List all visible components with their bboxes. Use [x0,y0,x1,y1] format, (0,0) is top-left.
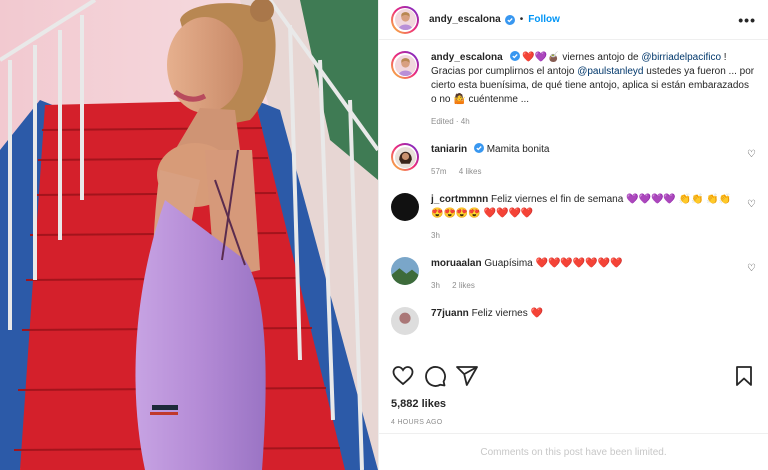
share-icon[interactable] [455,364,479,388]
comment-like-icon[interactable]: ♡ [742,149,756,160]
comment-likes[interactable]: 2 likes [452,281,475,290]
follow-button[interactable]: Follow [528,14,560,25]
verified-badge-icon [473,143,484,153]
comment-username[interactable]: j_cortmmnn [431,194,488,205]
caption-mention-2[interactable]: @paulstanleyd [577,66,643,77]
bookmark-icon[interactable] [732,364,756,388]
comment-row: j_cortmmnn Feliz viernes el fin de seman… [391,193,756,243]
comment-username[interactable]: moruaalan [431,258,482,269]
comment-body: j_cortmmnn Feliz viernes el fin de seman… [431,193,742,243]
comment-body: taniarin Mamita bonita 57m 4 likes [431,143,742,179]
caption-avatar[interactable] [391,51,419,79]
comment-text: Mamita bonita [486,144,550,155]
like-count[interactable]: 5,882 likes [391,398,446,410]
comment-meta: 3h 2 likes [431,279,742,293]
comment-text: Feliz viernes ❤️ [471,308,543,319]
commenter-avatar[interactable] [391,257,419,285]
caption-mention-1[interactable]: @birriadelpacifico [641,52,721,63]
more-options-icon[interactable]: ••• [738,12,756,28]
commenter-avatar[interactable] [391,307,419,335]
comment-likes[interactable]: 4 likes [459,167,482,176]
comment-body: 77juann Feliz viernes ❤️ [431,307,756,321]
comment-username[interactable]: taniarin [431,144,467,155]
caption-row: andy_escalona ❤️💜🧉 viernes antojo de @bi… [391,51,756,129]
verified-badge-icon [509,51,520,61]
caption-emoji: ❤️💜🧉 [519,52,563,63]
caption-text-1: viernes antojo de [562,52,642,63]
post-actions-bar [379,363,768,389]
comment-icon[interactable] [423,364,447,388]
comment-time: 3h [431,231,440,240]
caption-body: andy_escalona ❤️💜🧉 viernes antojo de @bi… [431,51,756,129]
post-header: andy_escalona • Follow ••• [379,0,768,40]
comment-row: moruaalan Guapísima ❤️❤️❤️❤️❤️❤️❤️ 3h 2 … [391,257,756,293]
comment-like-icon[interactable]: ♡ [742,199,756,210]
comment-row: taniarin Mamita bonita 57m 4 likes ♡ [391,143,756,179]
comment-time: 57m [431,167,447,176]
comments-limited-notice: Comments on this post have been limited. [379,433,768,470]
verified-badge-icon [504,14,515,25]
comment-row: 77juann Feliz viernes ❤️ [391,307,756,335]
post-photo-image [0,0,378,470]
comment-username[interactable]: 77juann [431,308,469,319]
caption-edited-time: Edited · 4h [431,117,470,126]
comments-list[interactable]: andy_escalona ❤️💜🧉 viernes antojo de @bi… [379,41,768,353]
author-avatar[interactable] [391,5,419,34]
comment-text: Guapísima ❤️❤️❤️❤️❤️❤️❤️ [484,258,623,269]
heart-icon[interactable] [391,364,415,388]
post-photo[interactable] [0,0,378,470]
header-separator: • [519,14,524,25]
commenter-avatar[interactable] [391,143,419,171]
post-timestamp[interactable]: 4 HOURS AGO [391,419,443,426]
comment-meta: 3h [431,229,742,243]
comment-meta: 57m 4 likes [431,165,742,179]
caption-meta: Edited · 4h [431,115,756,129]
instagram-post-modal: andy_escalona • Follow ••• andy_escalona… [0,0,768,470]
comment-like-icon[interactable]: ♡ [742,263,756,274]
caption-username[interactable]: andy_escalona [431,52,503,63]
author-username[interactable]: andy_escalona [429,14,501,25]
comment-time: 3h [431,281,440,290]
comment-body: moruaalan Guapísima ❤️❤️❤️❤️❤️❤️❤️ 3h 2 … [431,257,742,293]
post-details-panel: andy_escalona • Follow ••• andy_escalona… [378,0,768,470]
commenter-avatar[interactable] [391,193,419,221]
